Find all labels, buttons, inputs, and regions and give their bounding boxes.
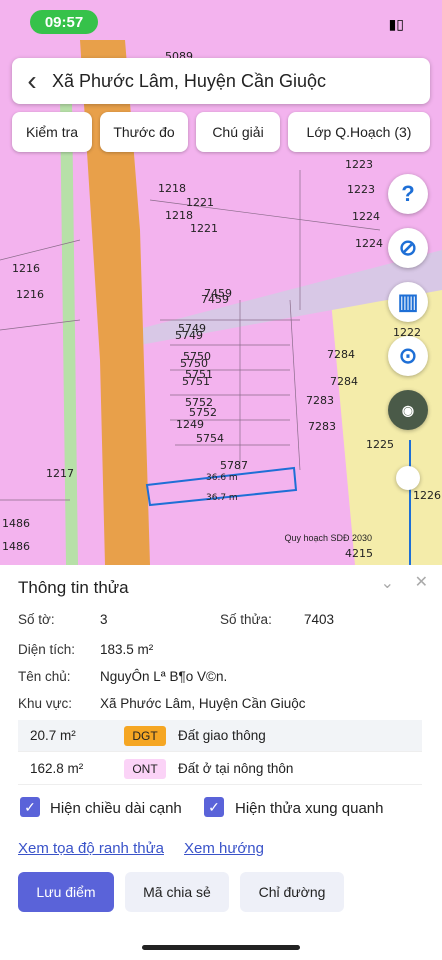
measure-button[interactable]: Thước đo bbox=[100, 112, 188, 152]
page-title: Xã Phước Lâm, Huyện Cần Giuộc bbox=[52, 70, 326, 91]
land-area: 20.7 m² bbox=[30, 728, 76, 743]
map-label: 7283 bbox=[306, 394, 334, 407]
map-label: 1249 bbox=[176, 418, 204, 431]
direction-link[interactable]: Xem hướng bbox=[184, 840, 264, 857]
status-bar: 09:57 ▮▯ bbox=[0, 0, 442, 46]
map-label: 1221 bbox=[190, 222, 218, 235]
map-label: 1221 bbox=[186, 196, 214, 209]
share-code-button[interactable]: Mã chia sẻ bbox=[125, 872, 229, 912]
locate-icon[interactable]: ⊙ bbox=[388, 336, 428, 376]
satellite-icon[interactable]: ◉ bbox=[388, 390, 428, 430]
layer-button[interactable]: Lớp Q.Hoạch (3) bbox=[288, 112, 430, 152]
planning-note: Quy hoạch SDĐ 2030 bbox=[284, 533, 372, 543]
map-label: 5754 bbox=[196, 432, 224, 445]
directions-button[interactable]: Chỉ đường bbox=[240, 872, 344, 912]
owner-label: Tên chủ: bbox=[18, 669, 71, 684]
status-time: 09:57 bbox=[30, 10, 98, 34]
map-label: 1223 bbox=[347, 183, 375, 196]
map-label: 1218 bbox=[165, 209, 193, 222]
map-label: 1216 bbox=[16, 288, 44, 301]
edges-label: Hiện chiều dài cạnh bbox=[50, 800, 182, 817]
map-label: 5787 bbox=[220, 459, 248, 472]
save-point-button[interactable]: Lưu điểm bbox=[18, 872, 114, 912]
land-row: 20.7 m² DGT Đất giao thông bbox=[18, 720, 422, 752]
map-label: 1218 bbox=[158, 182, 186, 195]
parcel-label: Số thửa: bbox=[220, 612, 272, 627]
help-icon[interactable]: ? bbox=[388, 174, 428, 214]
parcel-panel: Thông tin thửa ⌄ ✕ Số tờ: 3 Số thửa: 740… bbox=[0, 565, 442, 960]
land-desc: Đất ở tại nông thôn bbox=[178, 761, 294, 776]
land-row: 162.8 m² ONT Đất ở tại nông thôn bbox=[18, 753, 422, 785]
back-icon[interactable]: ‹ bbox=[12, 58, 52, 104]
check-button[interactable]: Kiểm tra bbox=[12, 112, 92, 152]
sheet-value: 3 bbox=[100, 612, 108, 627]
map-label: 1224 bbox=[352, 210, 380, 223]
map-label: 36.6 m bbox=[206, 473, 238, 483]
barcode-icon[interactable]: ▥ bbox=[388, 282, 428, 322]
parcel-value: 7403 bbox=[304, 612, 335, 627]
map-label: 36.7 m bbox=[206, 493, 238, 503]
land-area: 162.8 m² bbox=[30, 761, 84, 776]
land-desc: Đất giao thông bbox=[178, 728, 266, 743]
panel-title: Thông tin thửa bbox=[18, 578, 129, 597]
land-code: DGT bbox=[124, 726, 166, 746]
slider-handle[interactable] bbox=[396, 466, 420, 490]
title-bar: ‹ Xã Phước Lâm, Huyện Cần Giuộc bbox=[12, 58, 430, 104]
coords-link[interactable]: Xem tọa độ ranh thửa bbox=[18, 840, 164, 857]
map-label: 1223 bbox=[345, 158, 373, 171]
region-value: Xã Phước Lâm, Huyện Cần Giuộc bbox=[100, 696, 306, 711]
close-icon[interactable]: ✕ bbox=[415, 572, 428, 592]
map-label: 1226 bbox=[413, 489, 441, 502]
land-code: ONT bbox=[124, 759, 166, 779]
owner-value: NguyÔn Lª B¶o V©n. bbox=[100, 669, 228, 684]
area-label: Diện tích: bbox=[18, 642, 76, 657]
map-label: 1225 bbox=[366, 438, 394, 451]
region-label: Khu vực: bbox=[18, 696, 73, 711]
legend-button[interactable]: Chú giải bbox=[196, 112, 280, 152]
compass-icon[interactable]: ⊘ bbox=[388, 228, 428, 268]
chevron-down-icon[interactable]: ⌄ bbox=[381, 573, 394, 593]
map-label: 5751 bbox=[182, 375, 210, 388]
map-label: 7459 bbox=[201, 293, 229, 306]
area-value: 183.5 m² bbox=[100, 642, 154, 657]
sheet-label: Số tờ: bbox=[18, 612, 55, 627]
nearby-checkbox[interactable]: ✓ bbox=[204, 797, 224, 817]
map-label: 7283 bbox=[308, 420, 336, 433]
map-label: 7284 bbox=[330, 375, 358, 388]
battery-icon: ▮▯ bbox=[388, 16, 404, 32]
map-label: 5749 bbox=[175, 329, 203, 342]
map-label: 7284 bbox=[327, 348, 355, 361]
map-label: 1486 bbox=[2, 540, 30, 553]
edges-checkbox[interactable]: ✓ bbox=[20, 797, 40, 817]
map-label: 4215 bbox=[345, 547, 373, 560]
map-label: 1216 bbox=[12, 262, 40, 275]
map-label: 1486 bbox=[2, 517, 30, 530]
map-label: 1217 bbox=[46, 467, 74, 480]
map-label: 1224 bbox=[355, 237, 383, 250]
nearby-label: Hiện thửa xung quanh bbox=[235, 800, 384, 817]
home-indicator[interactable] bbox=[142, 945, 300, 950]
